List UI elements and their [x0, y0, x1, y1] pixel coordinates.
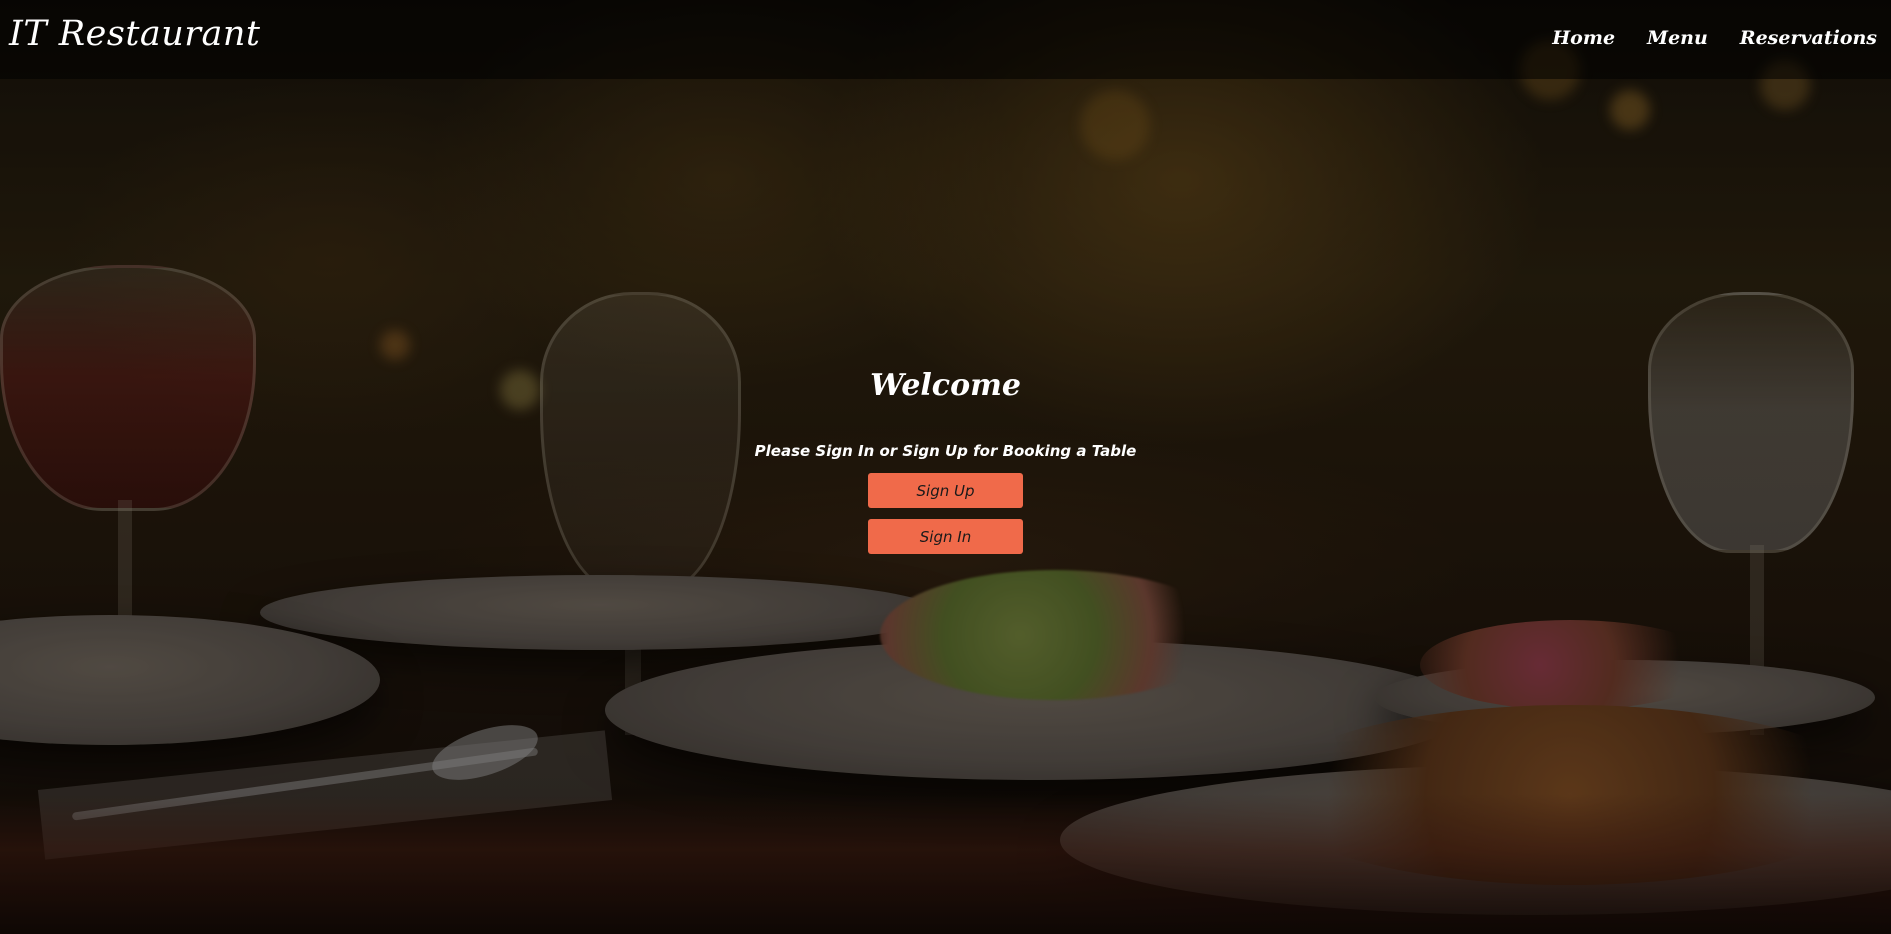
site-logo[interactable]: IT Restaurant: [9, 14, 261, 54]
welcome-panel: Welcome Please Sign In or Sign Up for Bo…: [0, 366, 1891, 554]
sign-in-button[interactable]: Sign In: [868, 519, 1023, 554]
nav-link-menu[interactable]: Menu: [1647, 27, 1708, 49]
page: IT Restaurant Home Menu Reservations Wel…: [0, 0, 1891, 934]
sign-up-button[interactable]: Sign Up: [868, 473, 1023, 508]
nav-link-reservations[interactable]: Reservations: [1740, 27, 1877, 49]
welcome-title: Welcome: [870, 368, 1021, 403]
nav-link-home[interactable]: Home: [1552, 27, 1615, 49]
top-navbar: IT Restaurant Home Menu Reservations: [0, 0, 1891, 79]
booking-prompt: Please Sign In or Sign Up for Booking a …: [754, 442, 1137, 460]
main-nav: Home Menu Reservations: [1552, 27, 1877, 49]
